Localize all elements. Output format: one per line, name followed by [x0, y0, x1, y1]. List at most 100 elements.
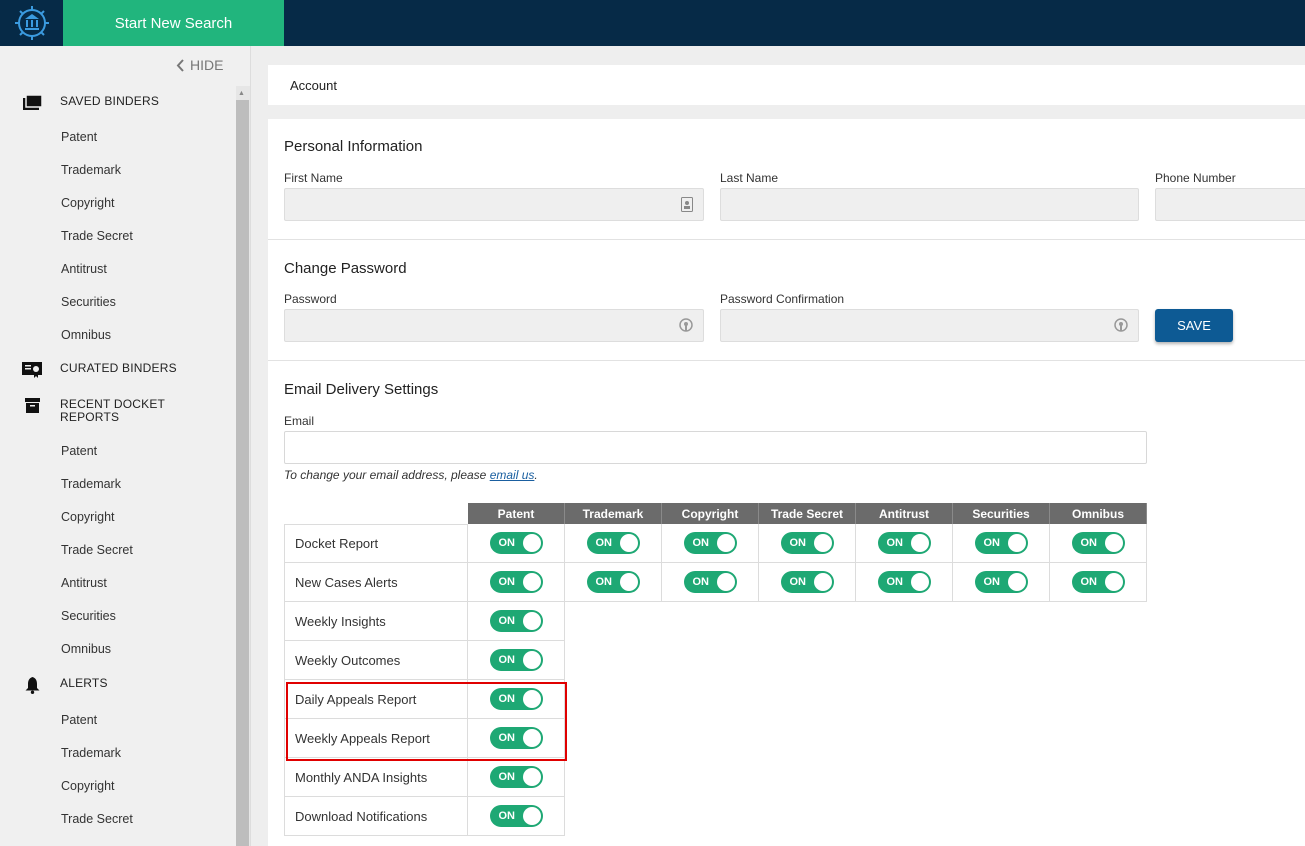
on-toggle-switch[interactable]: ON: [877, 571, 931, 593]
email-label: Email: [284, 414, 315, 428]
on-toggle-switch[interactable]: ON: [489, 610, 543, 632]
scroll-up-arrow-icon[interactable]: ▲: [238, 90, 245, 97]
on-toggle-switch[interactable]: ON: [489, 688, 543, 710]
alert-copyright[interactable]: Copyright: [61, 779, 115, 793]
column-header-antitrust: Antitrust: [856, 503, 953, 524]
on-toggle-switch[interactable]: ON: [586, 532, 640, 554]
toggle-on-label: ON: [498, 771, 516, 783]
toggle-knob: [522, 534, 541, 552]
toggle-on-label: ON: [595, 537, 613, 549]
column-header-trademark: Trademark: [565, 503, 662, 524]
password-confirmation-field[interactable]: [720, 309, 1139, 342]
on-toggle-switch[interactable]: ON: [683, 571, 737, 593]
row-label: Monthly ANDA Insights: [284, 758, 468, 797]
key-icon: [1114, 318, 1128, 339]
recent-docket-antitrust[interactable]: Antitrust: [61, 576, 107, 590]
toggle-knob: [522, 690, 541, 708]
toggle-knob: [813, 573, 832, 591]
sidebar-scrollbar-thumb[interactable]: [236, 100, 249, 846]
toggle-cell: ON: [1050, 524, 1147, 563]
on-toggle-switch[interactable]: ON: [489, 727, 543, 749]
saved-binder-antitrust[interactable]: Antitrust: [61, 262, 107, 276]
toggle-cell: ON: [759, 524, 856, 563]
folder-icon: [22, 95, 42, 110]
alert-trademark[interactable]: Trademark: [61, 746, 121, 760]
on-toggle-switch[interactable]: ON: [780, 571, 834, 593]
on-toggle-switch[interactable]: ON: [489, 532, 543, 554]
toggle-on-label: ON: [595, 576, 613, 588]
toggle-on-label: ON: [498, 810, 516, 822]
alert-trade-secret[interactable]: Trade Secret: [61, 812, 133, 826]
email-change-note: To change your email address, please ema…: [284, 468, 538, 482]
toggle-cell: ON: [468, 797, 565, 836]
last-name-field[interactable]: [720, 188, 1139, 221]
saved-binder-securities[interactable]: Securities: [61, 295, 116, 309]
toggle-knob: [716, 573, 735, 591]
alert-patent[interactable]: Patent: [61, 713, 97, 727]
password-field[interactable]: [284, 309, 704, 342]
start-new-search-button[interactable]: Start New Search: [63, 0, 284, 46]
toggle-knob: [813, 534, 832, 552]
on-toggle-switch[interactable]: ON: [489, 571, 543, 593]
change-password-title: Change Password: [284, 260, 407, 277]
email-note-suffix: .: [534, 468, 538, 482]
email-field[interactable]: [284, 431, 1147, 464]
sidebar: HIDE ▲ SAVED BINDERS Patent Trademark Co…: [0, 46, 251, 846]
on-toggle-switch[interactable]: ON: [1071, 571, 1125, 593]
toggle-cell: ON: [468, 563, 565, 602]
recent-docket-header[interactable]: RECENT DOCKET REPORTS: [22, 398, 190, 424]
recent-docket-title: RECENT DOCKET REPORTS: [60, 397, 165, 424]
top-bar: Start New Search: [0, 0, 1305, 46]
on-toggle-switch[interactable]: ON: [586, 571, 640, 593]
hide-sidebar-button[interactable]: HIDE: [176, 57, 223, 73]
saved-binder-trade-secret[interactable]: Trade Secret: [61, 229, 133, 243]
toggle-knob: [522, 768, 541, 786]
saved-binders-title: SAVED BINDERS: [60, 94, 160, 108]
breadcrumb: Account: [268, 65, 1305, 105]
recent-docket-trademark[interactable]: Trademark: [61, 477, 121, 491]
courthouse-logo-icon[interactable]: [0, 0, 63, 46]
on-toggle-switch[interactable]: ON: [974, 571, 1028, 593]
contact-card-icon: [681, 197, 693, 217]
toggle-on-label: ON: [692, 537, 710, 549]
toggle-knob: [1007, 534, 1026, 552]
row-label: Docket Report: [284, 524, 468, 563]
hide-label: HIDE: [190, 57, 224, 73]
saved-binder-patent[interactable]: Patent: [61, 130, 97, 144]
on-toggle-switch[interactable]: ON: [489, 649, 543, 671]
toggle-cell: ON: [468, 524, 565, 563]
on-toggle-switch[interactable]: ON: [683, 532, 737, 554]
toggle-on-label: ON: [498, 576, 516, 588]
phone-number-field[interactable]: [1155, 188, 1305, 221]
section-divider: [268, 360, 1305, 361]
recent-docket-trade-secret[interactable]: Trade Secret: [61, 543, 133, 557]
curated-binders-title: CURATED BINDERS: [60, 361, 177, 375]
recent-docket-patent[interactable]: Patent: [61, 444, 97, 458]
first-name-field[interactable]: [284, 188, 704, 221]
saved-binder-omnibus[interactable]: Omnibus: [61, 328, 111, 342]
curated-binders-header[interactable]: CURATED BINDERS: [22, 362, 190, 378]
toggle-on-label: ON: [886, 537, 904, 549]
alerts-header[interactable]: ALERTS: [22, 677, 190, 694]
recent-docket-omnibus[interactable]: Omnibus: [61, 642, 111, 656]
row-label: Daily Appeals Report: [284, 680, 468, 719]
save-button[interactable]: SAVE: [1155, 309, 1233, 342]
saved-binder-copyright[interactable]: Copyright: [61, 196, 115, 210]
saved-binder-trademark[interactable]: Trademark: [61, 163, 121, 177]
recent-docket-copyright[interactable]: Copyright: [61, 510, 115, 524]
toggle-cell: ON: [468, 680, 565, 719]
breadcrumb-account[interactable]: Account: [290, 78, 337, 93]
on-toggle-switch[interactable]: ON: [877, 532, 931, 554]
toggle-cell: ON: [856, 563, 953, 602]
on-toggle-switch[interactable]: ON: [489, 805, 543, 827]
account-panel: Personal Information First Name Last Nam…: [268, 119, 1305, 846]
on-toggle-switch[interactable]: ON: [489, 766, 543, 788]
on-toggle-switch[interactable]: ON: [1071, 532, 1125, 554]
section-divider: [268, 239, 1305, 240]
on-toggle-switch[interactable]: ON: [974, 532, 1028, 554]
on-toggle-switch[interactable]: ON: [780, 532, 834, 554]
key-icon: [679, 318, 693, 339]
email-us-link[interactable]: email us: [490, 468, 535, 482]
recent-docket-securities[interactable]: Securities: [61, 609, 116, 623]
saved-binders-header[interactable]: SAVED BINDERS: [22, 95, 190, 110]
